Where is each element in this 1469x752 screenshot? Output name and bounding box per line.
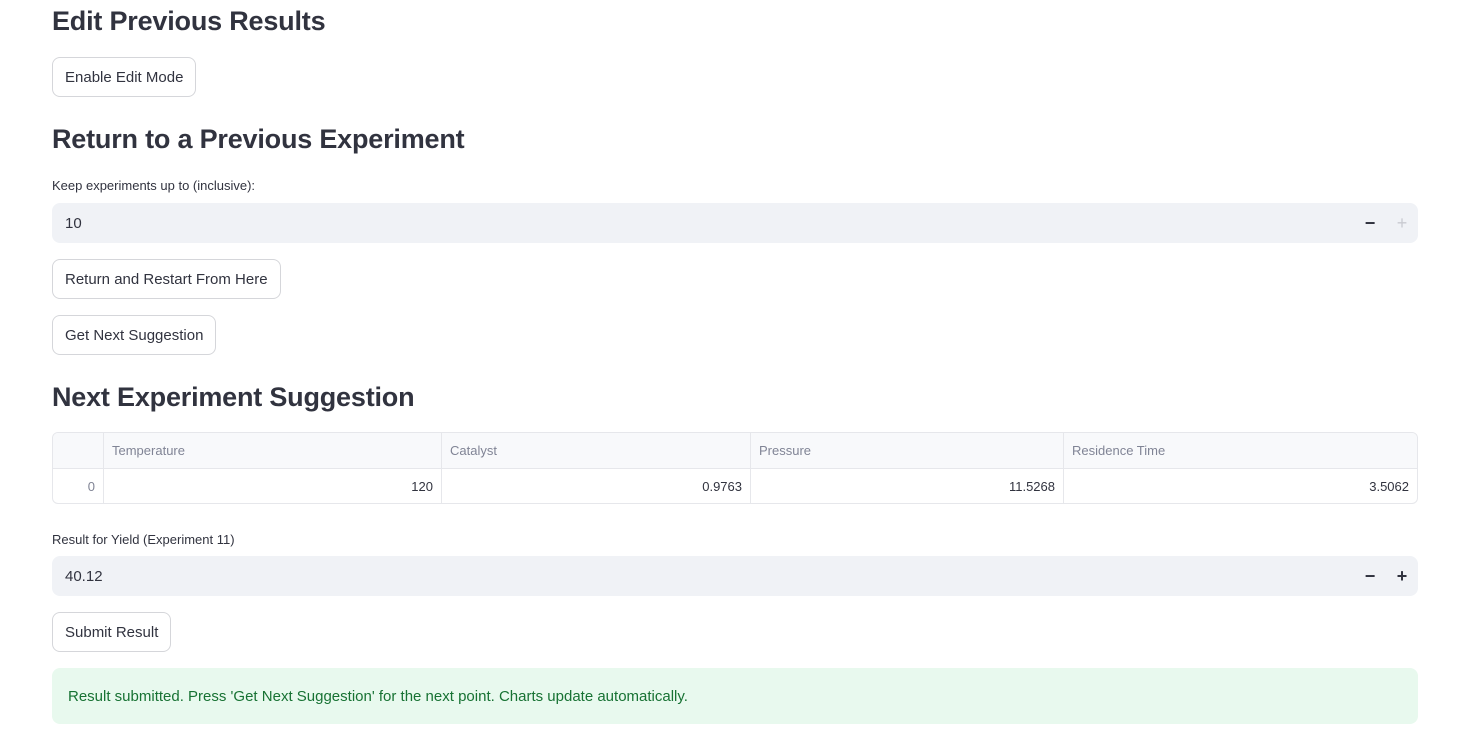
enable-edit-mode-button[interactable]: Enable Edit Mode [52, 57, 197, 97]
decrement-icon[interactable]: − [1354, 203, 1386, 243]
submit-result-button[interactable]: Submit Result [52, 612, 172, 652]
keep-experiments-value[interactable]: 10 [52, 215, 1354, 232]
index-header [53, 433, 104, 468]
row-index: 0 [53, 469, 104, 503]
success-alert: Result submitted. Press 'Get Next Sugges… [52, 668, 1418, 724]
catalyst-header[interactable]: Catalyst [442, 433, 751, 468]
decrement-icon[interactable]: − [1354, 556, 1386, 596]
residence-time-cell[interactable]: 3.5062 [1064, 469, 1417, 503]
temperature-cell[interactable]: 120 [104, 469, 442, 503]
yield-result-input[interactable]: 40.12 − + [52, 556, 1418, 596]
pressure-cell[interactable]: 11.5268 [751, 469, 1064, 503]
main-content: Edit Previous Results Enable Edit Mode R… [0, 0, 1469, 752]
return-experiment-heading: Return to a Previous Experiment [52, 124, 465, 154]
return-restart-button[interactable]: Return and Restart From Here [52, 259, 281, 299]
suggestion-table: Temperature Catalyst Pressure Residence … [52, 432, 1418, 504]
success-message: Result submitted. Press 'Get Next Sugges… [68, 687, 688, 705]
pressure-header[interactable]: Pressure [751, 433, 1064, 468]
table-row: 0 120 0.9763 11.5268 3.5062 [53, 469, 1417, 503]
increment-icon[interactable]: + [1386, 556, 1418, 596]
temperature-header[interactable]: Temperature [104, 433, 442, 468]
increment-icon[interactable]: + [1386, 203, 1418, 243]
keep-experiments-input[interactable]: 10 − + [52, 203, 1418, 243]
yield-result-value[interactable]: 40.12 [52, 568, 1354, 585]
catalyst-cell[interactable]: 0.9763 [442, 469, 751, 503]
table-header-row: Temperature Catalyst Pressure Residence … [53, 433, 1417, 469]
next-suggestion-heading: Next Experiment Suggestion [52, 382, 415, 412]
get-next-suggestion-button[interactable]: Get Next Suggestion [52, 315, 217, 355]
yield-result-label: Result for Yield (Experiment 11) [52, 532, 235, 547]
residence-time-header[interactable]: Residence Time [1064, 433, 1417, 468]
edit-results-heading: Edit Previous Results [52, 6, 326, 36]
keep-experiments-label: Keep experiments up to (inclusive): [52, 178, 256, 193]
